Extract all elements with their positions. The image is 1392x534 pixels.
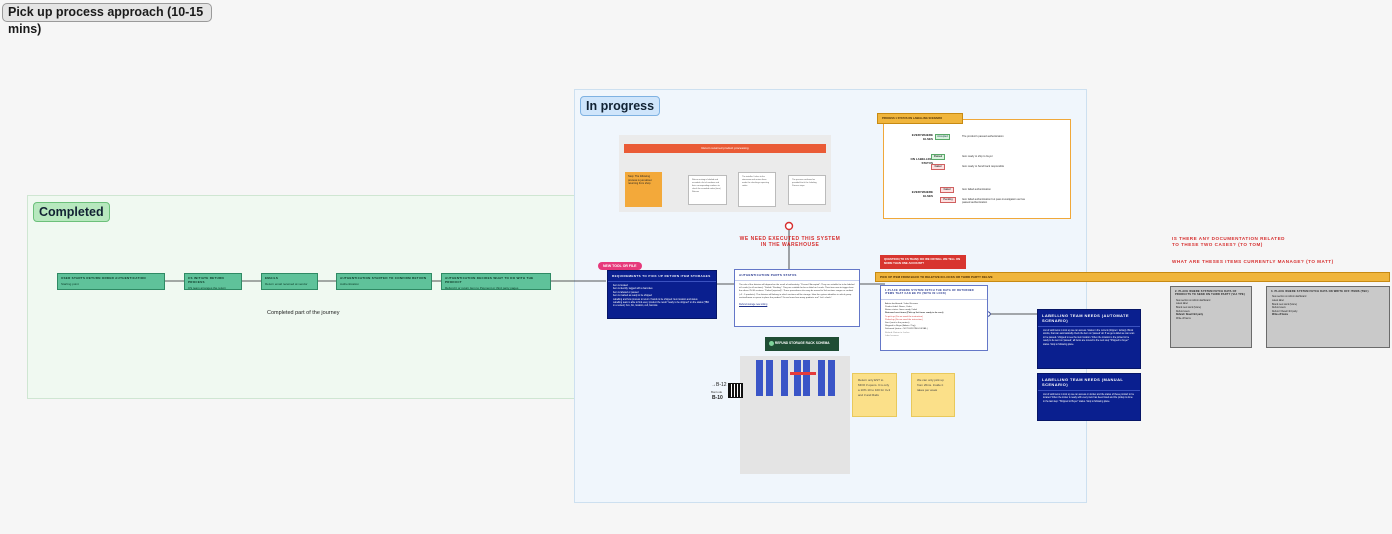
step-user-starts-return[interactable]: USER STARTS RETURN ORDER AUTHENTICATION … (57, 273, 165, 290)
pickup-item-11: Label scanner (885, 334, 899, 337)
qr-label-2: Barcode (711, 390, 723, 394)
flow-mock-start: Step: The following process is just abou… (625, 172, 662, 207)
third-party-item-2: Latest label (1176, 303, 1188, 306)
req-item-2: Item is identify, tagged with a barcodes (613, 288, 653, 291)
third-party-item-3: Brand new stock (future) (1176, 307, 1202, 309)
flow-mock-step-3: The process confirmed as provided that i… (788, 175, 826, 205)
labelling-auto-card[interactable]: LABELLING TEAM NEEDS (AUTOMATE SCENARIO)… (1037, 309, 1141, 369)
status-note-2: Item ready to ship to buyer (962, 155, 993, 158)
refund-storage-chip[interactable]: REFUND STORAGE RACK SCHEMA (765, 337, 839, 351)
write-off-item-2: Latest label (1272, 300, 1284, 302)
third-party-item-5: Refund / Resell 3rd party (1176, 314, 1204, 317)
rack-7 (828, 360, 835, 396)
pickup-item-8: Shipped to Buyer (Admin / Tag) (885, 325, 916, 328)
rack-4 (794, 360, 801, 396)
pickup-item-4: Returned sent items (Pick up list items … (885, 312, 944, 315)
status-group-1: EVERYWHERE ELSES (911, 133, 933, 141)
status-note-5: Item failed authentication but pass inve… (962, 198, 1025, 205)
labelling-manual-card[interactable]: LABELLING TEAM NEEDS (MANUAL SCENARIO) L… (1037, 373, 1141, 421)
status-note-3: Item ready to Send back responsible (962, 165, 1005, 168)
step-cs-initiate-return[interactable]: CS INITIATE RETURN PROCESS CS team arran… (184, 273, 242, 290)
new-tool-pill[interactable]: NEW TOOL OR FILE (598, 262, 642, 270)
pickup-item-6: Picked up (Do we need the instruction) (885, 318, 923, 321)
status-badge-pending: Pending (940, 197, 956, 203)
refund-storage-link[interactable]: Refund storage new sitting (735, 303, 859, 311)
write-off-item-1: New section on Admin dashboard (1272, 296, 1307, 299)
write-off-item-3: Brand new stock (future) (1272, 303, 1298, 306)
third-party-item-1: New section on Admin dashboard (1176, 299, 1211, 302)
status-note-1: The product's passed authentication (962, 135, 1004, 138)
third-party-item-6: Write-off items (1176, 317, 1191, 320)
flow-mock-step-2: The installer / takes to the storeroom a… (738, 172, 776, 207)
status-badge-failed-1: Failed (931, 164, 945, 170)
note-warehouse: WE NEED EXECUTED THIS SYSTEM IN THE WARE… (739, 236, 841, 248)
rack-5 (803, 360, 810, 396)
req-item-1: Item is located (613, 285, 628, 287)
sticky-note-2[interactable]: We can only pick up from 20ms. Inside it… (911, 373, 955, 417)
pickup-item-3: Return status: Items ready / label (885, 309, 918, 312)
req-item-3: Item is labeled or passed (613, 291, 639, 294)
rack-3 (781, 360, 788, 396)
storage-icon (769, 340, 774, 346)
status-group-3: EVERYWHERE ELSES (911, 190, 933, 198)
pickup-item-5: To pick up (Do we need the instruction) (885, 315, 923, 318)
step-authentication-decides[interactable]: AUTHENTICATION DECIDES WHAT TO DO WITH T… (441, 273, 551, 290)
write-off-card[interactable]: 3. PLACE WHERE SYSTEM FETCH DATA ON WRIT… (1266, 286, 1390, 348)
qr-label-3: B-10 (712, 395, 723, 401)
pickup-item-7: Sent (sent to the partner) (885, 322, 910, 325)
status-badge-failed-2: Failed (940, 187, 954, 193)
rack-highlight (790, 372, 816, 375)
flow-mock-banner: Return returned product processing (624, 144, 826, 153)
requirements-card[interactable]: REQUIREMENTS TO PICK UP RETURN ITEM STOR… (607, 270, 717, 319)
rack-6 (818, 360, 825, 396)
third-party-item-4: Refund users (1176, 310, 1190, 313)
third-party-card[interactable]: 2. PLACE WHERE SYSTEM FETCH DATA OF PROD… (1170, 286, 1252, 348)
flow-mock-step-1: Return arriving is labeled and recorded … (688, 175, 727, 205)
write-off-item-5: Refund / Resell 3rd party (1272, 310, 1298, 313)
qr-label-1: →B-12 (711, 382, 727, 388)
req-item-5: Labelling and how process to return / ha… (613, 298, 698, 301)
sticky-note-1[interactable]: Return only EST to MOO if opens. It is o… (852, 373, 897, 417)
note-manage: WHAT ARE THESES ITEMS CURRENTLY MANAGE? … (1172, 259, 1334, 264)
write-off-item-6: Write-off items (1272, 314, 1289, 317)
pickup-item-10: Refund: Return to Locker (885, 331, 910, 334)
rack-1 (756, 360, 763, 396)
note-documentation: IS THERE ANY DOCUMENTATION RELATED TO TH… (1172, 236, 1285, 247)
pickup-item-1: Admin dashboard / Label Scanner (885, 302, 919, 305)
rack-2 (766, 360, 773, 396)
authentication-status-card[interactable]: AUTHENTICATION PARTS STATUS The role of … (734, 269, 860, 327)
status-panel-title: PROCESS 1 STATUS ON LABELLING SCENARIO (877, 113, 963, 124)
completed-caption: Completed part of the journey (267, 310, 340, 316)
status-note-4: Item failed authentication (962, 188, 991, 191)
status-group-2: ON LABELLING STATUS (910, 157, 934, 165)
req-item-4: Item is marked as ready to be shipped (613, 295, 652, 298)
connectors (165, 136, 1266, 317)
step-authentication-started[interactable]: AUTHENTICATION STARTED TO CONFIRM RETURN… (336, 273, 432, 290)
step-emails[interactable]: EMAILS Return email received at vendor (261, 273, 318, 290)
status-badge-accepted: Accepted (935, 134, 950, 140)
req-item-6: Labelling team is able to find every pro… (613, 302, 709, 308)
pickup-banner: PICK UP ITEM FROM BACK TO RELETIVE IN LO… (875, 272, 1390, 282)
status-badge-passed: Passed (931, 154, 945, 160)
pickup-item-9: Delivered (status - NOT EXISTING DETAIL) (885, 328, 928, 331)
pickup-data-card[interactable]: 1.PLACE WHERE SYSTEM FETCH THE DATA OF R… (880, 285, 988, 351)
pickup-item-2: Product label: Name, Order (885, 306, 912, 309)
cs-team-question: QUESTION (TO CS TEAM): DO WE OR WILL WE … (880, 255, 966, 269)
write-off-item-4: Refund users (1272, 307, 1286, 310)
qr-code-icon (728, 383, 743, 398)
